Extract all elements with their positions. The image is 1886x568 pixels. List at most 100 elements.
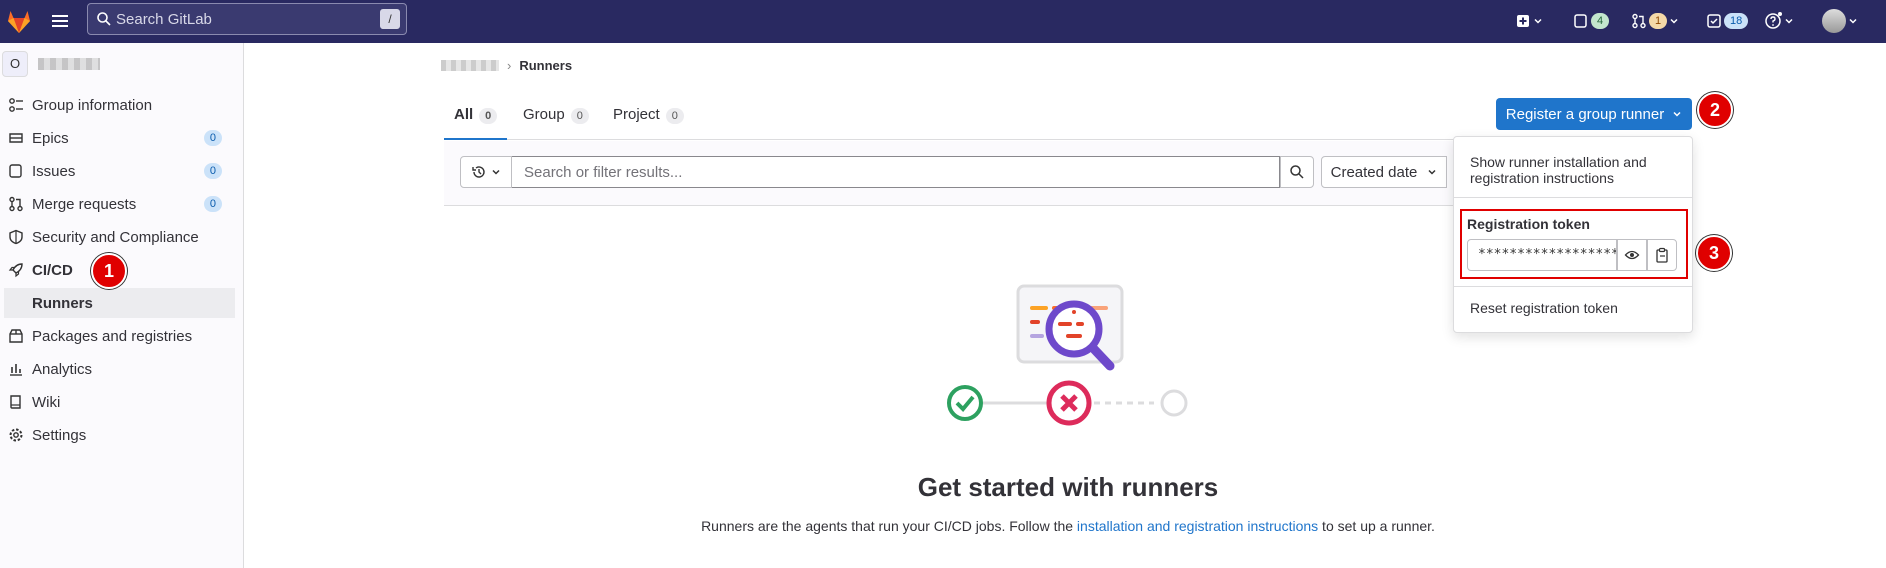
epic-icon [9, 133, 23, 143]
sidebar-item-security-and-compliance[interactable]: Security and Compliance [0, 222, 236, 252]
sidebar-item-label: Group information [32, 96, 153, 114]
search-shortcut-key: / [380, 9, 400, 29]
sidebar-item-group-information[interactable]: Group information [0, 90, 236, 120]
todo-check-icon [1707, 14, 1721, 28]
issues-icon [9, 164, 22, 178]
new-menu-button[interactable] [1515, 9, 1543, 33]
menu-icon[interactable] [50, 11, 70, 31]
sidebar-item-label: CI/CD [32, 261, 73, 279]
register-runner-dropdown: Show runner installation and registratio… [1453, 136, 1693, 333]
issues-count-badge: 0 [203, 163, 222, 179]
clipboard-icon [1656, 247, 1668, 263]
registration-token-label: Registration token [1467, 216, 1590, 232]
sidebar-item-label: Wiki [32, 393, 61, 411]
group-header[interactable]: O [2, 51, 100, 77]
shield-icon [9, 229, 23, 245]
chevron-down-icon [1670, 18, 1678, 24]
merge-requests-count-badge: 0 [203, 196, 222, 212]
show-runner-instructions-item[interactable]: Show runner installation and registratio… [1470, 154, 1680, 186]
installation-instructions-link[interactable]: installation and registration instructio… [1077, 518, 1318, 534]
sort-dropdown[interactable]: Created date [1321, 156, 1447, 188]
recent-searches-button[interactable] [460, 156, 512, 188]
help-button[interactable] [1764, 9, 1794, 33]
dropdown-divider [1454, 197, 1692, 198]
chevron-down-icon [1673, 111, 1681, 117]
tab-label: Project [613, 106, 660, 123]
empty-desc-text-before: Runners are the agents that run your CI/… [701, 518, 1077, 534]
search-input[interactable]: Search GitLab / [87, 3, 407, 35]
todos-button[interactable]: 18 [1706, 9, 1749, 33]
empty-state-title: Get started with runners [917, 472, 1219, 502]
epics-count-badge: 0 [203, 130, 222, 146]
sort-label: Created date [1330, 163, 1418, 181]
registration-token-highlight: Registration token *********************… [1460, 209, 1688, 279]
chevron-right-icon: › [507, 58, 512, 73]
rocket-icon [8, 263, 23, 278]
breadcrumb-current: Runners [519, 58, 573, 73]
merge-requests-count-badge: 1 [1649, 13, 1668, 29]
sidebar-item-label: Packages and registries [32, 327, 193, 345]
filter-search-button[interactable] [1280, 156, 1314, 188]
sidebar-item-label: Analytics [32, 360, 93, 378]
search-placeholder: Search GitLab [116, 11, 212, 28]
reset-registration-token-item[interactable]: Reset registration token [1470, 300, 1618, 316]
issues-count-badge: 4 [1591, 13, 1610, 29]
tab-count: 0 [665, 108, 684, 124]
sidebar-item-epics[interactable]: Epics 0 [0, 123, 236, 153]
empty-state-description: Runners are the agents that run your CI/… [444, 518, 1692, 534]
merge-requests-button[interactable]: 1 [1631, 9, 1679, 33]
breadcrumb: › Runners [441, 58, 572, 73]
gear-icon [9, 428, 23, 442]
copy-token-button[interactable] [1647, 239, 1677, 271]
issues-icon [1574, 14, 1587, 28]
group-information-icon [9, 98, 23, 112]
sidebar-item-analytics[interactable]: Analytics [0, 354, 236, 384]
issues-button[interactable]: 4 [1573, 9, 1610, 33]
sidebar-item-label: Merge requests [32, 195, 137, 213]
sidebar-item-issues[interactable]: Issues 0 [0, 156, 236, 186]
top-bar: Search GitLab / 4 1 18 [0, 0, 1886, 43]
merge-request-icon [9, 196, 23, 212]
search-icon [1290, 165, 1304, 179]
register-button-label: Register a group runner [1505, 105, 1665, 123]
chevron-down-icon [1849, 18, 1857, 24]
tab-count: 0 [570, 108, 589, 124]
merge-request-icon [1632, 13, 1646, 29]
book-icon [10, 395, 21, 409]
sidebar-item-label: Issues [32, 162, 76, 180]
chevron-down-icon [1534, 18, 1542, 24]
sidebar-item-packages-and-registries[interactable]: Packages and registries [0, 321, 236, 351]
gitlab-logo-icon[interactable] [4, 6, 34, 36]
runner-tabs: All 0 Group 0 Project 0 [444, 100, 1654, 140]
chart-icon [10, 364, 22, 376]
sidebar-item-wiki[interactable]: Wiki [0, 387, 236, 417]
sidebar-item-settings[interactable]: Settings [0, 420, 236, 450]
eye-icon [1624, 250, 1640, 260]
sidebar-item-merge-requests[interactable]: Merge requests 0 [0, 189, 236, 219]
plus-square-icon [1517, 15, 1529, 27]
reveal-token-button[interactable] [1617, 239, 1647, 271]
registration-token-field[interactable]: **************************** [1467, 239, 1617, 271]
tab-group[interactable]: Group 0 [523, 106, 589, 140]
sidebar-item-runners[interactable]: Runners [4, 288, 235, 318]
help-icon [1765, 12, 1782, 29]
history-icon [472, 166, 485, 178]
empty-desc-text-after: to set up a runner. [1318, 518, 1435, 534]
register-group-runner-button[interactable]: Register a group runner [1496, 98, 1692, 130]
sidebar-item-label: Epics [32, 129, 69, 147]
sidebar: O Group information Epics 0 Issues 0 Mer… [0, 43, 244, 568]
tab-project[interactable]: Project 0 [613, 106, 684, 140]
tab-label: All [454, 106, 474, 123]
tab-all[interactable]: All 0 [444, 106, 508, 140]
user-menu-button[interactable] [1822, 9, 1858, 33]
annotation-step-1: 1 [91, 253, 127, 289]
filter-search-input[interactable]: Search or filter results... [512, 156, 1280, 188]
tab-label: Group [523, 106, 565, 123]
user-avatar [1822, 9, 1846, 33]
runners-empty-state-illustration [947, 284, 1188, 426]
breadcrumb-group-redacted[interactable] [441, 60, 499, 71]
annotation-step-3: 3 [1696, 235, 1732, 271]
search-icon [97, 12, 111, 26]
annotation-step-2: 2 [1697, 92, 1733, 128]
sidebar-item-label: Runners [32, 294, 93, 312]
